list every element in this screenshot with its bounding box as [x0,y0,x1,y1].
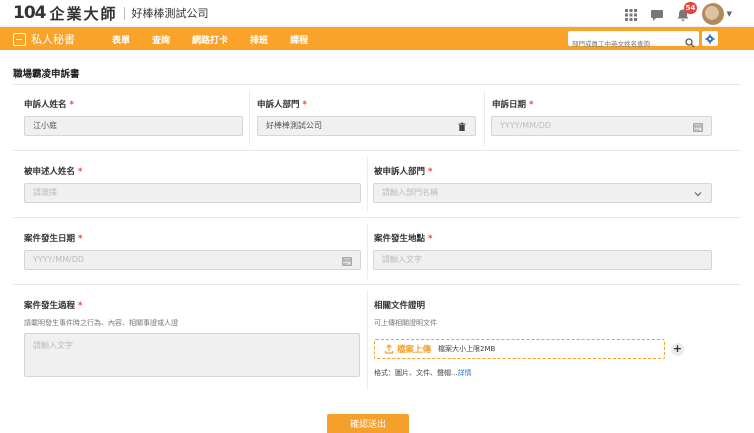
column-divider [367,290,368,390]
required-mark: * [529,100,534,110]
column-divider [249,90,250,146]
employee-search [568,31,699,52]
incident-process-hint: 請載明發生事件時之行為、內容、相關事證或人證 [24,319,178,327]
complainant-dept-label: 申訴人部門 * [257,98,307,110]
submit-button[interactable]: 確認送出 [327,414,409,433]
incident-date-label-text: 案件發生日期 [24,234,76,244]
complainant-dept-value: 好棒棒測試公司 [266,121,322,130]
required-mark: * [69,100,74,110]
settings-button[interactable] [702,31,718,46]
column-divider [367,223,368,279]
nav-item-query[interactable]: 查詢 [152,33,170,46]
respondent-name-select[interactable]: 請選擇 [24,183,361,203]
documents-label: 相關文件證明 [374,301,426,311]
file-upload-button[interactable]: 檔案上傳 檔案大小上限2MB [374,339,665,359]
file-format-text: 格式：圖片、文件、聲帽... [374,369,458,377]
upload-icon [384,344,394,354]
chevron-down-icon[interactable]: ▼ [727,10,732,18]
chat-icon[interactable] [650,7,664,21]
required-mark: * [78,167,83,177]
incident-date-label: 案件發生日期 * [24,232,82,244]
complaint-date-input[interactable]: YYYY/MM/DD [491,116,712,136]
incident-location-label-text: 案件發生地點 [374,234,426,244]
respondent-dept-label-text: 被申訴人部門 [374,167,426,177]
format-details-link[interactable]: 詳情 [458,369,472,377]
apps-grid-icon[interactable] [624,7,638,21]
respondent-name-label-text: 被申述人姓名 [24,167,76,177]
incident-date-placeholder: YYYY/MM/DD [33,255,85,264]
row-divider [13,150,741,151]
calendar-icon[interactable] [693,121,703,132]
complainant-name-field: 江小庭 [24,116,243,136]
row-divider [13,284,741,285]
respondent-dept-placeholder: 請輸入部門名稱 [382,188,438,197]
file-format-note: 格式：圖片、文件、聲帽...詳情 [374,368,472,378]
required-mark: * [428,234,433,244]
complaint-date-label: 申訴日期 * [492,98,533,110]
required-mark: * [428,167,433,177]
bell-icon[interactable]: 54 [676,2,698,21]
top-bar: 104 企業大師 好棒棒測試公司 54 ▼ [0,0,754,27]
main-nav: 私人秘書 表單 查詢 網路打卡 排班 課程 [0,27,754,52]
nav-item-forms[interactable]: 表單 [112,33,130,46]
incident-location-label: 案件發生地點 * [374,232,432,244]
complaint-date-placeholder: YYYY/MM/DD [500,121,552,130]
notification-badge: 54 [683,2,698,14]
chevron-down-icon[interactable] [693,188,703,198]
incident-date-input[interactable]: YYYY/MM/DD [24,250,361,270]
respondent-dept-label: 被申訴人部門 * [374,165,432,177]
logo-brand: 企業大師 [49,4,118,23]
logo[interactable]: 104 企業大師 好棒棒測試公司 [13,3,209,23]
complaint-date-label-text: 申訴日期 [492,100,527,110]
title-divider [13,84,741,85]
trash-icon[interactable] [457,121,467,131]
nav-items: 表單 查詢 網路打卡 排班 課程 [112,33,330,46]
employee-search-input[interactable] [568,36,680,52]
page-title: 職場霸凌申訴書 [13,69,80,80]
complainant-name-label-text: 申訴人姓名 [24,100,67,110]
nav-item-punch-clock[interactable]: 網路打卡 [192,33,228,46]
complainant-dept-label-text: 申訴人部門 [257,100,300,110]
gear-icon [705,33,715,44]
incident-process-textarea[interactable]: 請輸入文字 [24,333,360,377]
complainant-name-label: 申訴人姓名 * [24,98,74,110]
incident-process-label-text: 案件發生過程 [24,301,76,311]
incident-location-placeholder: 請輸入文字 [382,255,422,264]
nav-item-courses[interactable]: 課程 [290,33,308,46]
column-divider [484,90,485,146]
secretary-icon [13,32,26,46]
file-size-hint: 檔案大小上限2MB [438,345,496,353]
row-divider [13,217,741,218]
nav-item-schedule[interactable]: 排班 [250,33,268,46]
search-icon[interactable] [685,33,695,48]
top-icons: 54 ▼ [624,2,732,25]
plus-icon: + [672,342,683,355]
company-name: 好棒棒測試公司 [131,7,209,20]
add-file-button[interactable]: + [671,343,684,356]
file-upload-label: 檔案上傳 [397,345,432,355]
complainant-name-value: 江小庭 [33,121,57,130]
avatar[interactable] [701,3,724,25]
logo-number: 104 [13,3,46,23]
incident-process-label: 案件發生過程 * [24,299,82,311]
nav-home[interactable]: 私人秘書 [13,31,75,47]
logo-divider [123,6,125,20]
required-mark: * [302,100,307,110]
respondent-dept-select[interactable]: 請輸入部門名稱 [373,183,712,203]
respondent-name-placeholder: 請選擇 [33,188,57,197]
required-mark: * [78,234,83,244]
incident-process-placeholder: 請輸入文字 [33,341,73,350]
required-mark: * [78,301,83,311]
column-divider [367,156,368,212]
incident-location-input[interactable]: 請輸入文字 [373,250,712,270]
nav-home-label: 私人秘書 [31,33,75,46]
documents-hint: 可上傳相關證明文件 [374,319,437,327]
calendar-icon[interactable] [342,255,352,266]
complainant-dept-field: 好棒棒測試公司 [257,116,476,136]
respondent-name-label: 被申述人姓名 * [24,165,82,177]
